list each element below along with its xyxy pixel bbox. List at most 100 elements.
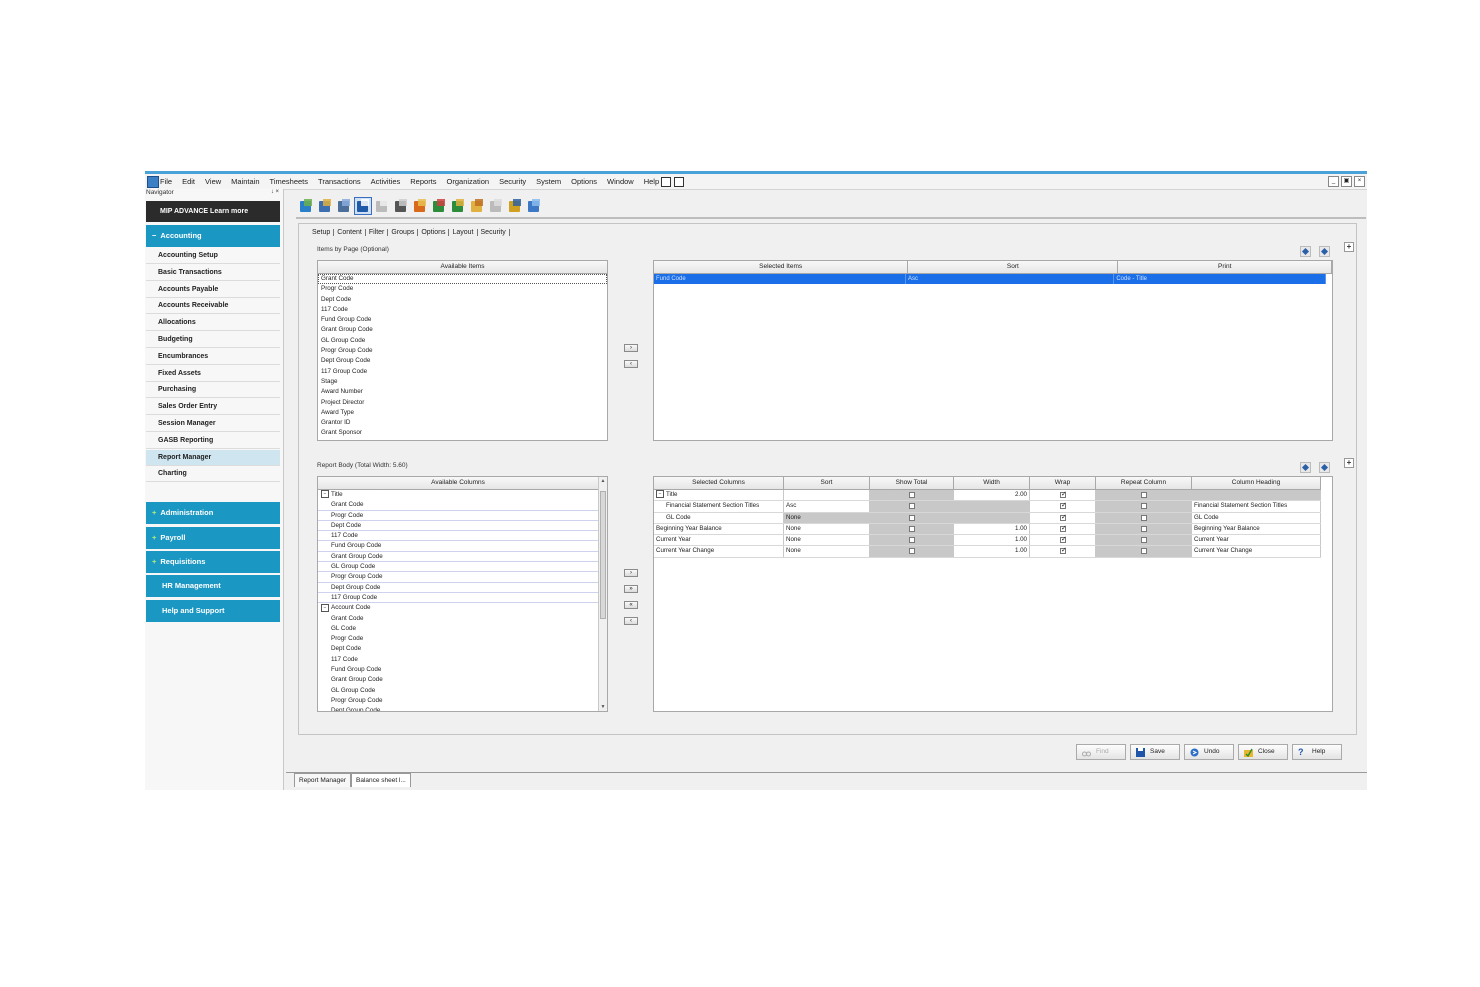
list-item[interactable]: Grantor ID xyxy=(318,418,607,428)
tree-item[interactable]: Grant Group Code xyxy=(318,552,598,563)
width-cell[interactable]: 1.00 xyxy=(954,535,1030,546)
list-item[interactable]: Grant Group Code xyxy=(318,325,607,335)
sort-cell[interactable]: None xyxy=(784,535,870,546)
selected-column-name[interactable]: − Title xyxy=(654,490,784,501)
menu-options[interactable]: Options xyxy=(571,177,597,186)
selected-columns-grid[interactable]: Selected Columns Sort Show Total Width Wrap R… xyxy=(653,476,1333,712)
show-total-checkbox[interactable] xyxy=(909,492,915,498)
nav-item-charting[interactable]: Charting xyxy=(146,466,280,483)
nav-item-gasb-reporting[interactable]: GASB Reporting xyxy=(146,432,280,449)
menu-help[interactable]: Help xyxy=(644,177,659,186)
list-item[interactable]: Grant Code xyxy=(318,274,607,285)
show-total-cell[interactable] xyxy=(870,523,954,535)
settings-icon[interactable] xyxy=(526,198,542,214)
tile-icon[interactable] xyxy=(674,177,684,187)
repeat-column-cell[interactable] xyxy=(1096,512,1192,523)
table-row[interactable]: GL Code None GL Code xyxy=(654,512,1321,524)
move-down-icon[interactable] xyxy=(1319,246,1330,257)
scroll-down-icon[interactable]: ▼ xyxy=(599,703,607,711)
nav-section-payroll[interactable]: + Payroll xyxy=(146,527,280,549)
tab-layout[interactable]: Layout xyxy=(449,229,478,236)
list-item[interactable]: Dept Code xyxy=(318,295,607,305)
wrap-checkbox[interactable] xyxy=(1060,492,1067,498)
wrap-checkbox[interactable] xyxy=(1060,548,1067,555)
show-total-cell[interactable] xyxy=(870,512,954,523)
add-column-button[interactable]: › xyxy=(624,569,638,577)
menu-view[interactable]: View xyxy=(205,177,221,186)
scroll-up-icon[interactable]: ▲ xyxy=(599,477,607,485)
repeat-column-cell[interactable] xyxy=(1096,535,1192,546)
tree-item[interactable]: 117 Group Code xyxy=(318,593,598,604)
menu-system[interactable]: System xyxy=(536,177,561,186)
list-item[interactable]: Progr Code xyxy=(318,284,607,294)
nav-item-report-manager[interactable]: Report Manager xyxy=(146,449,280,466)
cascade-icon[interactable] xyxy=(661,177,671,187)
tools-icon[interactable] xyxy=(507,198,523,214)
menu-window[interactable]: Window xyxy=(607,177,634,186)
list-item[interactable]: Fund Group Code xyxy=(318,315,607,325)
selected-items-grid[interactable]: Selected Items Sort Print Fund Code Asc Code… xyxy=(653,260,1333,441)
wrap-cell[interactable] xyxy=(1030,501,1096,512)
column-header[interactable]: Sort xyxy=(908,261,1119,273)
restore-icon[interactable]: ▣ xyxy=(1341,176,1352,187)
close-button[interactable]: Close xyxy=(1238,744,1288,760)
nav-item-allocations[interactable]: Allocations xyxy=(146,315,280,332)
menu-edit[interactable]: Edit xyxy=(182,177,195,186)
tab-content[interactable]: Content xyxy=(334,229,366,236)
column-header[interactable]: Show Total xyxy=(870,477,954,489)
show-total-cell[interactable] xyxy=(870,501,954,512)
tree-group[interactable]: − Account Code xyxy=(318,603,598,613)
wrap-checkbox[interactable] xyxy=(1060,525,1067,532)
help-button[interactable]: ? Help xyxy=(1292,744,1342,760)
list-item[interactable]: 117 Code xyxy=(318,305,607,315)
page-icon[interactable] xyxy=(374,198,390,214)
nav-item-purchasing[interactable]: Purchasing xyxy=(146,382,280,399)
schedule-icon[interactable] xyxy=(450,198,466,214)
repeat-column-cell[interactable] xyxy=(1096,523,1192,535)
tree-group[interactable]: − Title xyxy=(318,490,598,500)
add-item-button[interactable]: › xyxy=(624,344,638,352)
tab-security[interactable]: Security xyxy=(478,229,510,236)
collapse-icon[interactable]: − xyxy=(656,490,664,499)
add-all-columns-button[interactable]: » xyxy=(624,585,638,593)
show-total-cell[interactable] xyxy=(870,546,954,557)
repeat-column-cell[interactable] xyxy=(1096,546,1192,557)
list-item[interactable]: Progr Group Code xyxy=(318,346,607,356)
column-header[interactable]: Selected Columns xyxy=(654,477,784,489)
column-heading-cell[interactable]: GL Code xyxy=(1192,512,1321,523)
show-total-checkbox[interactable] xyxy=(909,537,915,544)
print-icon[interactable] xyxy=(393,198,409,214)
list-item[interactable]: Award Number xyxy=(318,387,607,397)
collapse-icon[interactable]: − xyxy=(321,490,329,499)
move-up-icon[interactable] xyxy=(1300,246,1311,257)
document-tab[interactable]: Balance sheet l... xyxy=(350,773,411,787)
tree-item[interactable]: Dept Group Code xyxy=(318,583,598,593)
undo-button[interactable]: Undo xyxy=(1184,744,1234,760)
wrap-checkbox[interactable] xyxy=(1060,514,1067,521)
scroll-thumb[interactable] xyxy=(600,491,606,619)
column-header[interactable]: Column Heading xyxy=(1192,477,1321,489)
menu-timesheets[interactable]: Timesheets xyxy=(270,177,309,186)
tree-item[interactable]: GL Code xyxy=(318,624,598,634)
tree-item[interactable]: Progr Code xyxy=(318,511,598,521)
sort-cell[interactable]: Asc xyxy=(784,501,870,512)
tab-options[interactable]: Options xyxy=(418,229,450,236)
repeat-checkbox[interactable] xyxy=(1141,537,1147,544)
nav-item-accounts-receivable[interactable]: Accounts Receivable xyxy=(146,298,280,315)
show-total-checkbox[interactable] xyxy=(909,548,915,555)
menu-organization[interactable]: Organization xyxy=(447,177,490,186)
app-icon[interactable] xyxy=(147,176,159,188)
column-heading-cell[interactable]: Beginning Year Balance xyxy=(1192,523,1321,535)
tree-item[interactable]: 117 Code xyxy=(318,655,598,665)
table-row[interactable]: − Title 2.00 xyxy=(654,490,1321,502)
selected-item-row[interactable]: Fund Code Asc Code - Title xyxy=(654,274,1326,284)
nav-section-administration[interactable]: + Administration xyxy=(146,502,280,524)
column-header[interactable]: Width xyxy=(954,477,1030,489)
repeat-checkbox[interactable] xyxy=(1141,514,1147,521)
remove-column-button[interactable]: ‹ xyxy=(624,617,638,625)
column-header[interactable]: Wrap xyxy=(1030,477,1096,489)
tree-item[interactable]: Progr Group Code xyxy=(318,572,598,583)
remove-item-button[interactable]: ‹ xyxy=(624,360,638,368)
nav-section-hr-management[interactable]: HR Management xyxy=(146,575,280,597)
cell[interactable]: Fund Code xyxy=(654,274,906,284)
